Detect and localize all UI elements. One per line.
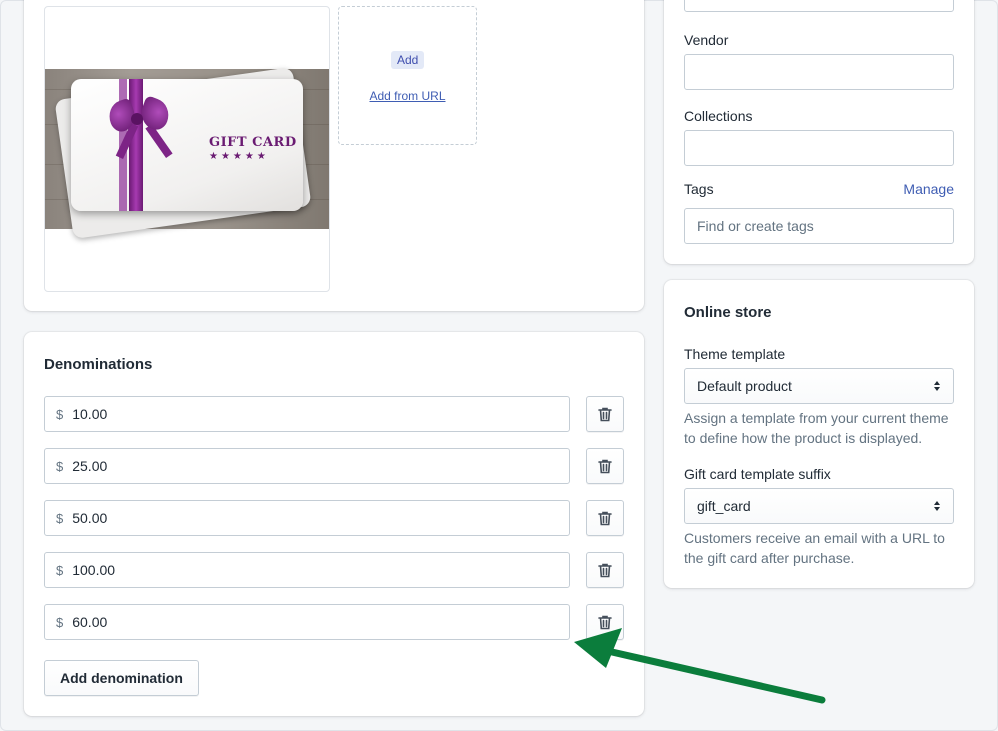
online-store-title: Online store xyxy=(684,304,772,321)
delete-denomination-button[interactable] xyxy=(586,500,624,536)
tags-input[interactable]: Find or create tags xyxy=(684,208,954,244)
media-dropzone[interactable]: Add Add from URL xyxy=(338,6,477,145)
vendor-field[interactable] xyxy=(684,54,954,90)
select-arrows-icon xyxy=(934,501,940,511)
denomination-row: $10.00 xyxy=(44,396,624,432)
trash-icon xyxy=(598,563,612,578)
gift-card-image-text: GIFT CARD xyxy=(209,135,297,150)
denomination-row: $25.00 xyxy=(44,448,624,484)
theme-template-select[interactable]: Default product xyxy=(684,368,954,404)
denominations-title: Denominations xyxy=(44,356,153,373)
online-store-card: Online store Theme template Default prod… xyxy=(664,280,974,588)
denominations-card: Denominations $10.00 $25.00 $50.00 $100.… xyxy=(24,332,644,716)
add-denomination-button[interactable]: Add denomination xyxy=(44,660,199,696)
theme-template-value: Default product xyxy=(697,378,792,394)
vendor-label: Vendor xyxy=(684,32,729,48)
gift-card-suffix-help: Customers receive an email with a URL to… xyxy=(684,530,945,566)
theme-template-label: Theme template xyxy=(684,346,786,362)
manage-tags-link[interactable]: Manage xyxy=(903,181,954,197)
media-card: GIFT CARD ★★★★★ Add Add from URL xyxy=(24,0,644,311)
denomination-row: $60.00 xyxy=(44,604,624,640)
gift-card-suffix-value: gift_card xyxy=(697,498,751,514)
denomination-input[interactable]: $100.00 xyxy=(44,552,570,588)
media-thumbnail[interactable]: GIFT CARD ★★★★★ xyxy=(44,6,330,292)
denomination-input[interactable]: $50.00 xyxy=(44,500,570,536)
delete-denomination-button[interactable] xyxy=(586,604,624,640)
stars-decoration: ★★★★★ xyxy=(209,151,269,162)
theme-template-help: Assign a template from your current them… xyxy=(684,410,949,446)
organization-card: Vendor Collections Tags Manage Find or c… xyxy=(664,0,974,264)
gift-card-suffix-select[interactable]: gift_card xyxy=(684,488,954,524)
trash-icon xyxy=(598,407,612,422)
trash-icon xyxy=(598,511,612,526)
denomination-row: $50.00 xyxy=(44,500,624,536)
trash-icon xyxy=(598,459,612,474)
add-from-url-link[interactable]: Add from URL xyxy=(339,89,476,103)
select-arrows-icon xyxy=(934,381,940,391)
denomination-input[interactable]: $25.00 xyxy=(44,448,570,484)
product-type-field[interactable] xyxy=(684,0,954,12)
denomination-input[interactable]: $60.00 xyxy=(44,604,570,640)
gift-card-suffix-label: Gift card template suffix xyxy=(684,466,831,482)
denomination-input[interactable]: $10.00 xyxy=(44,396,570,432)
collections-field[interactable] xyxy=(684,130,954,166)
delete-denomination-button[interactable] xyxy=(586,448,624,484)
delete-denomination-button[interactable] xyxy=(586,552,624,588)
trash-icon xyxy=(598,615,612,630)
collections-label: Collections xyxy=(684,108,753,124)
delete-denomination-button[interactable] xyxy=(586,396,624,432)
gift-card-image: GIFT CARD ★★★★★ xyxy=(45,66,329,240)
tags-label: Tags xyxy=(684,181,714,197)
denomination-row: $100.00 xyxy=(44,552,624,588)
add-media-button[interactable]: Add xyxy=(391,51,425,69)
